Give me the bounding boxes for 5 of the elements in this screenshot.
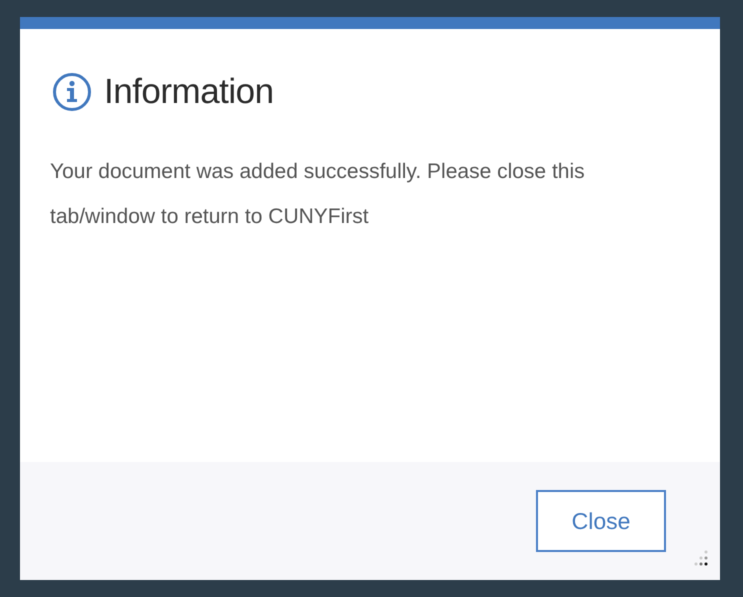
close-button[interactable]: Close <box>536 490 666 552</box>
resize-grip-icon[interactable] <box>692 550 708 566</box>
message-text: Your document was added successfully. Please close this tab/window to return to CUNYFirst <box>50 159 586 230</box>
info-icon <box>52 72 92 112</box>
dialog-title: Information <box>104 72 274 112</box>
